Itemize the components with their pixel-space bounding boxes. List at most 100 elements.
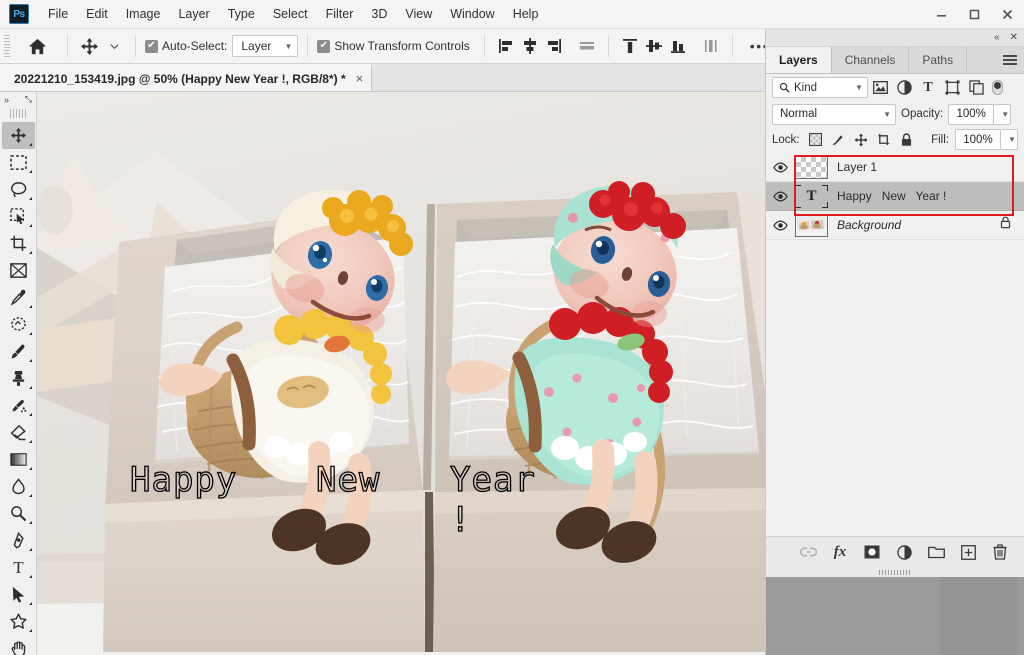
current-tool-icon[interactable] xyxy=(77,34,102,58)
filter-adjustment-button[interactable] xyxy=(892,77,916,99)
adjustment-layer-button[interactable] xyxy=(893,541,915,563)
menu-image[interactable]: Image xyxy=(117,3,170,25)
align-top-edges-button[interactable] xyxy=(618,34,642,58)
filter-kind-dropdown[interactable]: Kind ▼ xyxy=(772,77,868,98)
clone-stamp-tool[interactable] xyxy=(2,365,35,392)
layer-row[interactable]: T Happy New Year ! xyxy=(766,182,1024,211)
filter-smartobject-button[interactable] xyxy=(964,77,988,99)
tools-expand-icon[interactable]: ⤡ xyxy=(25,94,32,105)
move-tool[interactable] xyxy=(2,122,35,149)
history-brush-tool[interactable] xyxy=(2,392,35,419)
tools-panel-grip[interactable] xyxy=(10,109,26,118)
menu-edit[interactable]: Edit xyxy=(77,3,117,25)
filter-shape-button[interactable] xyxy=(940,77,964,99)
layer-visibility-toggle[interactable] xyxy=(766,190,795,202)
eyedropper-tool[interactable] xyxy=(2,284,35,311)
pen-tool[interactable] xyxy=(2,527,35,554)
tool-flyout-arrow[interactable] xyxy=(29,386,32,389)
home-button[interactable] xyxy=(25,34,50,58)
layer-thumbnail-photo[interactable] xyxy=(795,213,828,237)
tool-flyout-arrow[interactable] xyxy=(29,467,32,470)
align-vertical-centers-button[interactable] xyxy=(642,34,666,58)
path-selection-tool[interactable] xyxy=(2,581,35,608)
tool-flyout-arrow[interactable] xyxy=(29,494,32,497)
tool-flyout-arrow[interactable] xyxy=(29,629,32,632)
document-tab[interactable]: 20221210_153419.jpg @ 50% (Happy New Yea… xyxy=(0,64,373,91)
new-layer-button[interactable] xyxy=(957,541,979,563)
filter-pixel-button[interactable] xyxy=(868,77,892,99)
menu-select[interactable]: Select xyxy=(264,3,317,25)
maximize-button[interactable] xyxy=(958,0,991,29)
options-bar-grip[interactable] xyxy=(4,35,10,57)
tool-flyout-arrow[interactable] xyxy=(29,548,32,551)
tool-flyout-arrow[interactable] xyxy=(29,602,32,605)
custom-shape-tool[interactable] xyxy=(2,608,35,635)
eraser-tool[interactable] xyxy=(2,419,35,446)
align-right-edges-button[interactable] xyxy=(542,34,566,58)
tools-collapse-icon[interactable]: » xyxy=(4,95,9,105)
layer-row[interactable]: Layer 1 xyxy=(766,153,1024,182)
tool-flyout-arrow[interactable] xyxy=(29,197,32,200)
delete-layer-button[interactable] xyxy=(989,541,1011,563)
menu-file[interactable]: File xyxy=(39,3,77,25)
tool-flyout-arrow[interactable] xyxy=(29,170,32,173)
layer-visibility-toggle[interactable] xyxy=(766,161,795,173)
lock-artboard-nesting-button[interactable] xyxy=(874,130,894,150)
menu-window[interactable]: Window xyxy=(441,3,503,25)
tool-flyout-arrow[interactable] xyxy=(29,332,32,335)
horizontal-type-tool[interactable]: T xyxy=(2,554,35,581)
panel-menu-button[interactable] xyxy=(1003,47,1017,73)
opacity-stepper[interactable]: ▼ xyxy=(994,103,1012,125)
distribute-vertically-button[interactable] xyxy=(699,34,723,58)
align-bottom-edges-button[interactable] xyxy=(666,34,690,58)
lock-transparent-pixels-button[interactable] xyxy=(806,130,826,150)
lock-image-pixels-button[interactable] xyxy=(828,130,848,150)
close-button[interactable] xyxy=(991,0,1024,29)
menu-filter[interactable]: Filter xyxy=(317,3,363,25)
tool-flyout-arrow[interactable] xyxy=(29,521,32,524)
minimize-button[interactable] xyxy=(925,0,958,29)
hand-tool[interactable] xyxy=(2,635,35,655)
filter-toggle[interactable] xyxy=(992,80,1003,95)
tool-preset-dropdown[interactable] xyxy=(102,34,126,58)
canvas-area[interactable]: Happy New Year ! xyxy=(37,92,765,655)
frame-tool[interactable] xyxy=(2,257,35,284)
tool-flyout-arrow[interactable] xyxy=(29,413,32,416)
tool-flyout-arrow[interactable] xyxy=(29,224,32,227)
dock-resize-grip[interactable] xyxy=(766,568,1024,577)
layer-visibility-toggle[interactable] xyxy=(766,219,795,231)
fill-stepper[interactable]: ▼ xyxy=(1000,129,1018,150)
layer-row[interactable]: Background xyxy=(766,211,1024,240)
layer-style-button[interactable]: fx xyxy=(829,541,851,563)
tool-flyout-arrow[interactable] xyxy=(29,143,32,146)
tab-layers[interactable]: Layers xyxy=(766,47,832,73)
tab-channels[interactable]: Channels xyxy=(831,47,910,73)
close-panel-icon[interactable]: ✕ xyxy=(1010,32,1018,43)
blur-tool[interactable] xyxy=(2,473,35,500)
document-tab-close-icon[interactable]: × xyxy=(356,71,364,86)
tool-flyout-arrow[interactable] xyxy=(29,305,32,308)
lasso-tool[interactable] xyxy=(2,176,35,203)
auto-select-checkbox[interactable]: ✔ xyxy=(145,39,158,53)
dodge-tool[interactable] xyxy=(2,500,35,527)
crop-tool[interactable] xyxy=(2,230,35,257)
opacity-input[interactable]: 100% xyxy=(948,103,995,125)
distribute-horizontally-button[interactable] xyxy=(575,34,599,58)
menu-type[interactable]: Type xyxy=(219,3,264,25)
tool-flyout-arrow[interactable] xyxy=(29,251,32,254)
tool-flyout-arrow[interactable] xyxy=(29,359,32,362)
layer-thumbnail-transparent[interactable] xyxy=(795,155,828,179)
auto-select-target-dropdown[interactable]: Layer ▼ xyxy=(232,35,299,57)
link-layers-button[interactable] xyxy=(797,541,819,563)
filter-type-button[interactable]: T xyxy=(916,77,940,99)
lock-all-button[interactable] xyxy=(896,130,916,150)
object-selection-tool[interactable] xyxy=(2,203,35,230)
new-group-button[interactable] xyxy=(925,541,947,563)
tab-paths[interactable]: Paths xyxy=(909,47,968,73)
tool-flyout-arrow[interactable] xyxy=(29,440,32,443)
lock-position-button[interactable] xyxy=(851,130,871,150)
collapse-to-icons-icon[interactable]: « xyxy=(994,32,1000,43)
menu-help[interactable]: Help xyxy=(504,3,548,25)
layer-mask-button[interactable] xyxy=(861,541,883,563)
align-left-edges-button[interactable] xyxy=(494,34,518,58)
